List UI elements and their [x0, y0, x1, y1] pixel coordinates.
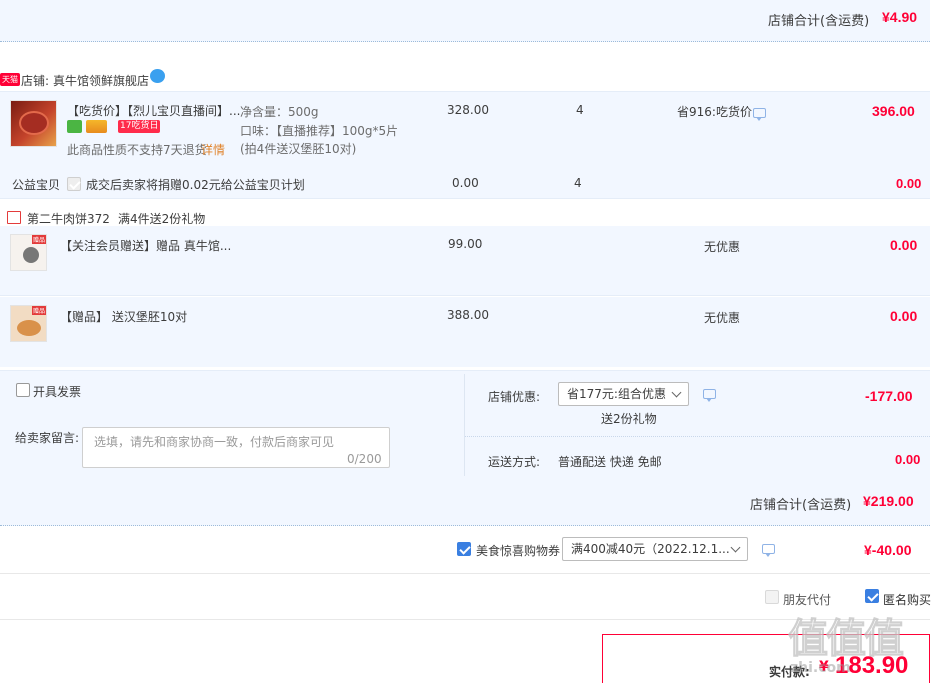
promo-tag: 17吃货日	[118, 120, 161, 133]
anonymous-checkbox[interactable]	[865, 589, 879, 603]
quantity: 4	[576, 103, 584, 117]
watermark-url: zhi.com	[790, 660, 851, 676]
charity-label: 公益宝贝	[12, 178, 61, 192]
spec-weight: 净含量：500g	[240, 105, 319, 119]
spec-flavor: 口味：【直播推荐】100g*5片	[240, 124, 399, 138]
charity-subtotal: 0.00	[896, 176, 922, 191]
card-payment-icon	[86, 120, 107, 133]
top-total-amount: ¥4.90	[882, 9, 918, 25]
item-thumbnail[interactable]	[10, 100, 57, 147]
invoice-checkbox[interactable]	[16, 383, 30, 397]
friend-pay-checkbox	[765, 590, 779, 604]
shop-total-amount: ¥219.00	[863, 493, 914, 509]
gift-promo-rule: 满4件送2份礼物	[118, 212, 206, 226]
gift-thumbnail[interactable]: 赠品	[10, 234, 47, 271]
unit-price: 328.00	[447, 103, 489, 117]
item-title[interactable]: 【吃货价】【烈儿宝贝直播间】...	[67, 102, 240, 119]
message-icon[interactable]	[753, 108, 766, 121]
item-subtotal: 396.00	[872, 103, 915, 119]
no-return-notice: 此商品性质不支持7天退货	[67, 143, 207, 157]
wangwang-chat-icon[interactable]	[150, 69, 165, 83]
gift-price: 388.00	[447, 308, 489, 322]
message-icon[interactable]	[703, 389, 716, 402]
shipping-method: 普通配送 快递 免邮	[558, 455, 662, 469]
gift-thumb-tag: 赠品	[31, 235, 46, 244]
gift-discount: 无优惠	[704, 240, 741, 254]
charity-text: 成交后卖家将捐赠0.02元给公益宝贝计划	[86, 178, 305, 192]
charity-checkbox	[67, 177, 81, 191]
coupon-row	[0, 573, 930, 574]
gift-icon	[7, 211, 21, 224]
service-green-icon	[67, 120, 82, 133]
item-discount: 省916:吃货价	[677, 105, 752, 119]
coupon-label[interactable]: 美食惊喜购物券	[476, 542, 560, 559]
options-divider	[464, 374, 465, 476]
top-total-label: 店铺合计(含运费)	[768, 14, 870, 29]
chevron-down-icon	[671, 387, 682, 398]
coupon-select[interactable]: 满400减40元（2022.12.1...	[562, 537, 748, 561]
tmall-badge: 天猫	[0, 73, 20, 86]
gift-subtotal: 0.00	[890, 237, 918, 253]
gift-subtotal: 0.00	[890, 308, 918, 324]
gift-discount: 无优惠	[704, 311, 741, 325]
coupon-checkbox[interactable]	[457, 542, 471, 556]
gift-price: 99.00	[448, 237, 483, 251]
chevron-down-icon	[730, 542, 741, 553]
gift-promo-name: 第二牛肉饼372	[27, 212, 110, 226]
options-row-divider	[465, 436, 930, 437]
watermark-logo: 值值值	[788, 616, 905, 663]
shop-name[interactable]: 真牛馆领鲜旗舰店	[53, 72, 149, 89]
charity-qty: 4	[574, 176, 582, 190]
shop-discount-label: 店铺优惠:	[488, 390, 541, 404]
message-placeholder: 选填，请先和商家协商一致，付款后商家可见	[94, 435, 335, 449]
message-field[interactable]: 选填，请先和商家协商一致，付款后商家可见 0/200	[82, 427, 390, 468]
shop-discount-selected: 省177元:组合优惠	[567, 387, 666, 401]
shipping-label: 运送方式:	[488, 455, 541, 469]
message-counter: 0/200	[347, 452, 382, 466]
shop-label: 店铺:	[21, 74, 50, 88]
message-icon[interactable]	[762, 544, 775, 557]
shop-discount-amount: -177.00	[865, 388, 913, 404]
gift-thumb-tag: 赠品	[31, 306, 46, 315]
gift-title[interactable]: 【关注会员赠送】赠品 真牛馆...	[60, 237, 231, 254]
gift-title[interactable]: 【赠品】 送汉堡胚10对	[60, 308, 187, 325]
charity-price: 0.00	[452, 176, 479, 190]
detail-link[interactable]: 详情	[201, 141, 225, 158]
invoice-label[interactable]: 开具发票	[33, 383, 81, 400]
coupon-selected: 满400减40元（2022.12.1...	[571, 542, 730, 556]
message-label: 给卖家留言:	[15, 431, 80, 445]
shipping-amount: 0.00	[895, 452, 921, 467]
spec-note: (拍4件送汉堡胚10对)	[240, 142, 357, 156]
gift-thumbnail[interactable]: 赠品	[10, 305, 47, 342]
shop-discount-note: 送2份礼物	[601, 412, 657, 426]
coupon-amount: ¥-40.00	[864, 542, 912, 558]
shop-discount-select[interactable]: 省177元:组合优惠	[558, 382, 689, 406]
shop-total-label: 店铺合计(含运费)	[750, 498, 852, 513]
